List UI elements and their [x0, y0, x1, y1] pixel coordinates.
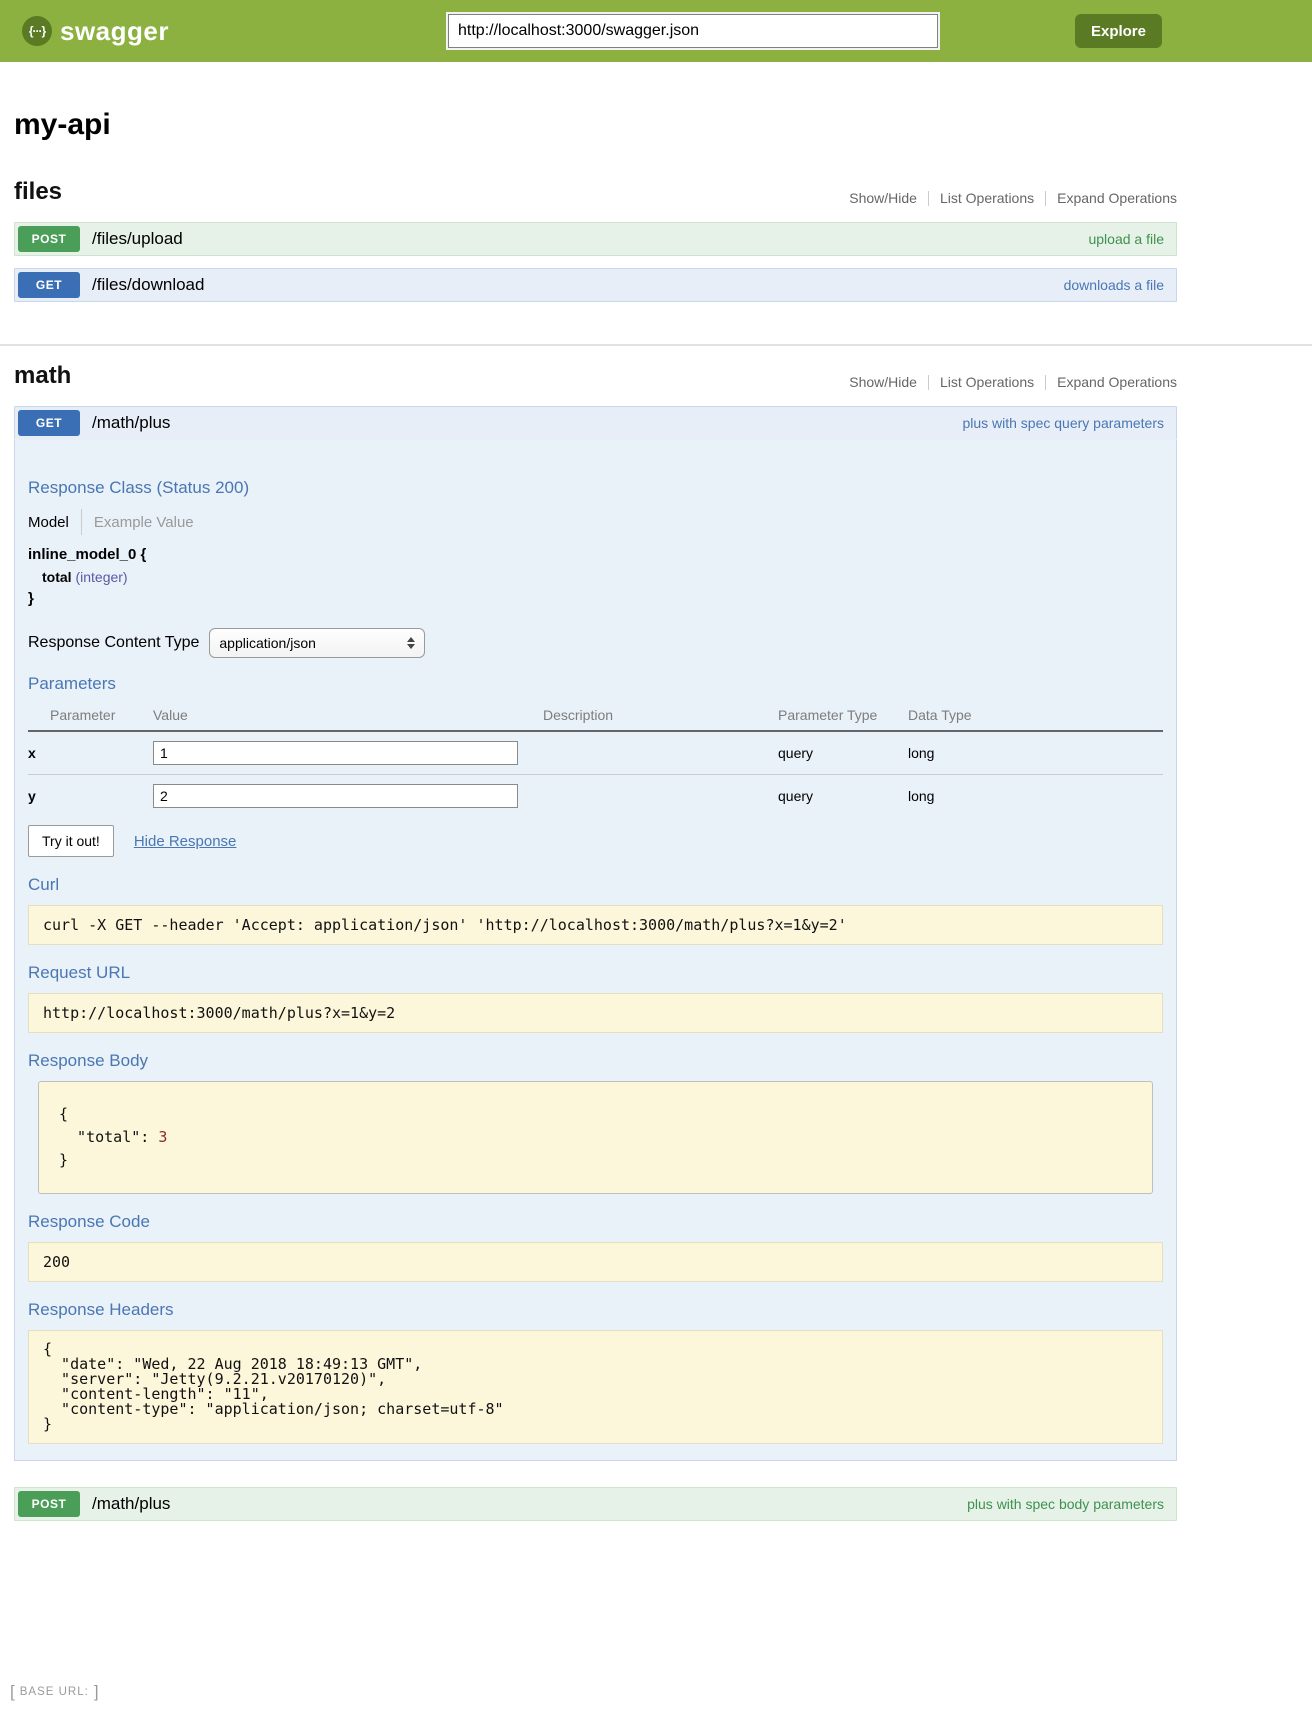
- endpoint-summary[interactable]: plus with spec query parameters: [962, 415, 1164, 431]
- try-it-out-button[interactable]: Try it out!: [28, 825, 114, 857]
- bracket-open: [: [10, 1682, 15, 1702]
- divider: [1045, 191, 1046, 206]
- property-name: total: [42, 569, 72, 585]
- math-section-header: math Show/Hide List Operations Expand Op…: [14, 362, 1177, 390]
- base-url-footer: [ BASE URL: ]: [10, 1682, 1312, 1702]
- parameters-table: Parameter Value Description Parameter Ty…: [28, 700, 1163, 817]
- method-badge-get: GET: [18, 272, 80, 298]
- tab-example-value[interactable]: Example Value: [94, 514, 194, 531]
- expand-operations-link-math[interactable]: Expand Operations: [1057, 374, 1177, 390]
- operation-panel: Response Class (Status 200) Model Exampl…: [14, 440, 1177, 1461]
- endpoint-path[interactable]: /files/upload: [92, 229, 183, 249]
- endpoint-row-files-download[interactable]: GET /files/download downloads a file: [14, 268, 1177, 302]
- endpoint-summary[interactable]: downloads a file: [1064, 277, 1164, 293]
- param-type: query: [778, 731, 908, 775]
- method-badge-post: POST: [18, 1491, 80, 1517]
- response-content-type-label: Response Content Type: [28, 634, 199, 652]
- method-badge-post: POST: [18, 226, 80, 252]
- response-headers-heading: Response Headers: [28, 1300, 1163, 1320]
- swagger-logo[interactable]: {···} swagger: [22, 16, 169, 47]
- property-type: (integer): [75, 569, 127, 585]
- endpoint-row-math-plus-post[interactable]: POST /math/plus plus with spec body para…: [14, 1487, 1177, 1521]
- endpoint-path[interactable]: /files/download: [92, 275, 204, 295]
- divider: [1045, 375, 1046, 390]
- parameters-heading: Parameters: [28, 674, 1163, 694]
- param-description: [543, 775, 778, 818]
- page-title: my-api: [14, 108, 1177, 142]
- parameters-header-row: Parameter Value Description Parameter Ty…: [28, 700, 1163, 731]
- swagger-braces-icon: {···}: [22, 16, 52, 46]
- base-url-label: BASE URL:: [20, 1686, 89, 1698]
- col-header-parameter: Parameter: [28, 700, 153, 731]
- col-header-data-type: Data Type: [908, 700, 1163, 731]
- param-data-type: long: [908, 775, 1163, 818]
- endpoint-path[interactable]: /math/plus: [92, 1494, 170, 1514]
- brand-title: swagger: [60, 16, 169, 47]
- section-title-math[interactable]: math: [14, 362, 71, 390]
- response-content-type-row: Response Content Type application/json: [28, 628, 1163, 658]
- param-description: [543, 731, 778, 775]
- selected-content-type: application/json: [219, 635, 316, 651]
- section-title-files[interactable]: files: [14, 178, 62, 206]
- model-tabs: Model Example Value: [28, 508, 1163, 536]
- divider: [81, 509, 82, 535]
- endpoint-row-math-plus-get[interactable]: GET /math/plus plus with spec query para…: [14, 406, 1177, 440]
- parameter-row-y: y query long: [28, 775, 1163, 818]
- col-header-value: Value: [153, 700, 543, 731]
- col-header-parameter-type: Parameter Type: [778, 700, 908, 731]
- divider: [928, 191, 929, 206]
- endpoint-summary[interactable]: plus with spec body parameters: [967, 1496, 1164, 1512]
- response-body-json: { "total": 3 }: [38, 1081, 1153, 1194]
- response-headers-json: { "date": "Wed, 22 Aug 2018 18:49:13 GMT…: [28, 1330, 1163, 1444]
- param-data-type: long: [908, 731, 1163, 775]
- param-type: query: [778, 775, 908, 818]
- json-open-brace: {: [59, 1105, 68, 1123]
- response-code-heading: Response Code: [28, 1212, 1163, 1232]
- files-section-header: files Show/Hide List Operations Expand O…: [14, 178, 1177, 206]
- curl-heading: Curl: [28, 875, 1163, 895]
- endpoint-summary[interactable]: upload a file: [1088, 231, 1164, 247]
- explore-button[interactable]: Explore: [1075, 14, 1162, 48]
- endpoint-path[interactable]: /math/plus: [92, 413, 170, 433]
- model-property: total (integer): [28, 566, 1163, 588]
- param-name: x: [28, 731, 153, 775]
- param-name: y: [28, 775, 153, 818]
- response-content-type-select[interactable]: application/json: [209, 628, 425, 658]
- method-badge-get: GET: [18, 410, 80, 436]
- section-divider: [0, 344, 1312, 346]
- response-class-heading: Response Class (Status 200): [28, 478, 1163, 498]
- curl-command: curl -X GET --header 'Accept: applicatio…: [28, 905, 1163, 945]
- divider: [928, 375, 929, 390]
- parameter-row-x: x query long: [28, 731, 1163, 775]
- model-signature: inline_model_0 { total (integer) }: [28, 544, 1163, 610]
- model-close: }: [28, 588, 1163, 610]
- json-number-value: 3: [158, 1128, 167, 1146]
- request-url-heading: Request URL: [28, 963, 1163, 983]
- json-close-brace: }: [59, 1151, 68, 1169]
- json-key: "total":: [59, 1128, 158, 1146]
- request-url-value: http://localhost:3000/math/plus?x=1&y=2: [28, 993, 1163, 1033]
- show-hide-link-math[interactable]: Show/Hide: [849, 374, 917, 390]
- hide-response-link[interactable]: Hide Response: [134, 833, 237, 850]
- response-body-heading: Response Body: [28, 1051, 1163, 1071]
- param-x-input[interactable]: [153, 741, 518, 765]
- col-header-description: Description: [543, 700, 778, 731]
- main-content: my-api files Show/Hide List Operations E…: [14, 62, 1177, 1521]
- list-operations-link-math[interactable]: List Operations: [940, 374, 1034, 390]
- model-open: inline_model_0 {: [28, 544, 1163, 566]
- param-y-input[interactable]: [153, 784, 518, 808]
- list-operations-link-files[interactable]: List Operations: [940, 190, 1034, 206]
- show-hide-link-files[interactable]: Show/Hide: [849, 190, 917, 206]
- tab-model[interactable]: Model: [28, 514, 69, 531]
- spec-url-input[interactable]: [448, 14, 938, 48]
- response-code-value: 200: [28, 1242, 1163, 1282]
- expand-operations-link-files[interactable]: Expand Operations: [1057, 190, 1177, 206]
- select-arrows-icon: [407, 637, 415, 649]
- endpoint-row-files-upload[interactable]: POST /files/upload upload a file: [14, 222, 1177, 256]
- header-bar: {···} swagger Explore: [0, 0, 1312, 62]
- bracket-close: ]: [94, 1682, 99, 1702]
